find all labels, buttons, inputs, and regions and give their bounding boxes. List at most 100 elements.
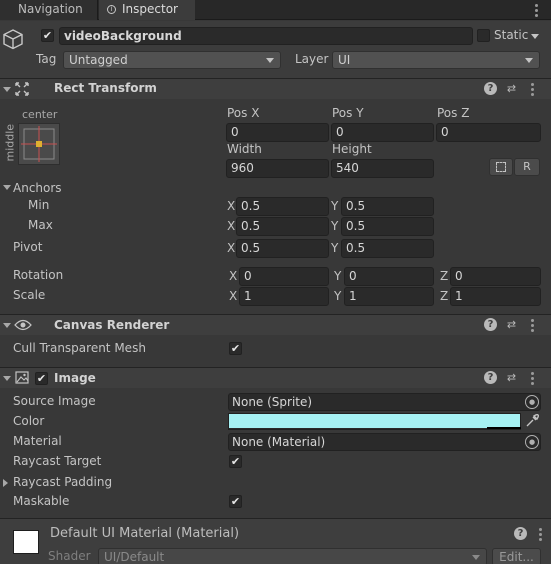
help-icon[interactable]: ? — [514, 527, 527, 540]
image-component-icon — [15, 371, 29, 384]
raycast-padding-label[interactable]: Raycast Padding — [13, 475, 112, 489]
tab-label: Navigation — [18, 2, 83, 16]
material-value: None (Material) — [232, 435, 326, 449]
raycast-target-label: Raycast Target — [13, 454, 102, 468]
source-image-field[interactable]: None (Sprite) — [228, 393, 541, 411]
help-icon[interactable]: ? — [484, 371, 497, 384]
object-picker-icon[interactable]: ● — [525, 395, 539, 409]
canvas-renderer-title: Canvas Renderer — [54, 318, 170, 332]
object-picker-icon[interactable]: ● — [525, 435, 539, 449]
cull-transparent-mesh-label: Cull Transparent Mesh — [13, 341, 146, 355]
foldout-expanded-icon[interactable] — [3, 87, 11, 92]
layer-dropdown[interactable]: UI — [332, 51, 540, 69]
tag-value: Untagged — [69, 53, 128, 67]
rotation-x-field[interactable]: 0 — [239, 267, 329, 286]
pivot-y-field[interactable]: 0.5 — [341, 239, 434, 258]
rotation-y-field[interactable]: 0 — [344, 267, 434, 286]
rotation-z-axis-label: Z — [440, 269, 449, 283]
context-menu-icon[interactable] — [526, 82, 540, 96]
raw-edit-button[interactable]: R — [514, 158, 540, 176]
raycast-padding-foldout-icon[interactable] — [3, 479, 8, 487]
scale-y-field[interactable]: 1 — [344, 287, 434, 306]
static-dropdown-arrow-icon[interactable] — [531, 34, 539, 39]
anchor-preset-vertical-label: middle — [3, 123, 17, 162]
width-field[interactable]: 960 — [226, 159, 329, 178]
anchors-foldout-icon[interactable] — [3, 185, 11, 190]
rect-transform-title: Rect Transform — [54, 81, 157, 95]
pos-y-field[interactable]: 0 — [331, 123, 434, 142]
preset-icon[interactable]: ⇄ — [505, 371, 518, 384]
rotation-label: Rotation — [13, 268, 64, 282]
anchor-min-y-field[interactable]: 0.5 — [341, 197, 434, 216]
object-active-checkbox[interactable]: ✔ — [41, 29, 54, 42]
object-name-field[interactable]: videoBackground — [59, 27, 473, 45]
gameobject-cube-icon — [3, 29, 23, 50]
shader-label: Shader — [48, 549, 91, 563]
cull-transparent-mesh-checkbox[interactable]: ✔ — [229, 342, 242, 355]
tag-label: Tag — [36, 52, 57, 66]
anchor-max-x-field[interactable]: 0.5 — [236, 217, 329, 236]
anchor-max-y-field[interactable]: 0.5 — [341, 217, 434, 236]
tag-dropdown[interactable]: Untagged — [63, 51, 281, 69]
scale-z-axis-label: Z — [440, 289, 449, 303]
color-label: Color — [13, 414, 45, 428]
width-label: Width — [227, 142, 262, 156]
maskable-checkbox[interactable]: ✔ — [229, 495, 242, 508]
window-menu-icon[interactable] — [530, 4, 544, 17]
pivot-x-axis-label: X — [227, 241, 236, 255]
chevron-down-icon — [266, 58, 274, 63]
alpha-bar — [487, 427, 521, 429]
max-x-axis-label: X — [227, 219, 236, 233]
scale-y-axis-label: Y — [334, 289, 342, 303]
context-menu-icon[interactable] — [526, 318, 540, 332]
info-icon: i — [107, 5, 116, 14]
help-icon[interactable]: ? — [484, 318, 497, 331]
edit-shader-button[interactable]: Edit... — [492, 548, 541, 564]
static-checkbox[interactable] — [477, 29, 490, 42]
blueprint-mode-button[interactable] — [489, 158, 513, 176]
context-menu-icon[interactable] — [526, 371, 540, 385]
pos-z-field[interactable]: 0 — [436, 123, 541, 142]
pos-x-field[interactable]: 0 — [226, 123, 329, 142]
anchor-min-label: Min — [28, 198, 50, 212]
scale-x-field[interactable]: 1 — [239, 287, 329, 306]
anchor-max-label: Max — [28, 218, 53, 232]
preset-icon[interactable]: ⇄ — [505, 318, 518, 331]
layer-label: Layer — [295, 52, 329, 66]
material-label: Material — [13, 434, 62, 448]
min-y-axis-label: Y — [331, 199, 339, 213]
rotation-y-axis-label: Y — [334, 269, 342, 283]
raycast-target-checkbox[interactable]: ✔ — [229, 455, 242, 468]
preset-icon[interactable]: ⇄ — [505, 82, 518, 95]
color-swatch — [229, 414, 520, 428]
tab-navigation[interactable]: Navigation — [0, 0, 98, 20]
image-enabled-checkbox[interactable]: ✔ — [35, 372, 48, 385]
rotation-z-field[interactable]: 0 — [450, 267, 541, 286]
chevron-down-icon — [472, 555, 480, 560]
rotation-x-axis-label: X — [229, 269, 238, 283]
context-menu-icon[interactable] — [534, 527, 548, 541]
pivot-x-field[interactable]: 0.5 — [236, 239, 329, 258]
static-label: Static — [494, 28, 529, 42]
anchors-label: Anchors — [13, 181, 62, 195]
image-title: Image — [54, 371, 96, 385]
foldout-expanded-icon[interactable] — [3, 376, 11, 381]
anchor-presets-button[interactable] — [18, 123, 60, 165]
pos-z-label: Pos Z — [437, 106, 470, 120]
color-field[interactable] — [228, 413, 521, 430]
pos-y-label: Pos Y — [332, 106, 364, 120]
shader-dropdown[interactable]: UI/Default — [98, 548, 487, 564]
foldout-expanded-icon[interactable] — [3, 323, 11, 328]
anchor-min-x-field[interactable]: 0.5 — [236, 197, 329, 216]
pivot-y-axis-label: Y — [331, 241, 339, 255]
rect-transform-icon — [15, 82, 29, 96]
eyedropper-icon[interactable] — [525, 414, 539, 428]
help-icon[interactable]: ? — [484, 82, 497, 95]
material-footer-title: Default UI Material (Material) — [50, 526, 240, 541]
source-image-value: None (Sprite) — [232, 395, 313, 409]
tab-inspector[interactable]: i Inspector — [99, 0, 195, 20]
scale-z-field[interactable]: 1 — [450, 287, 541, 306]
height-field[interactable]: 540 — [331, 159, 434, 178]
min-x-axis-label: X — [227, 199, 236, 213]
material-field[interactable]: None (Material) — [228, 433, 541, 451]
